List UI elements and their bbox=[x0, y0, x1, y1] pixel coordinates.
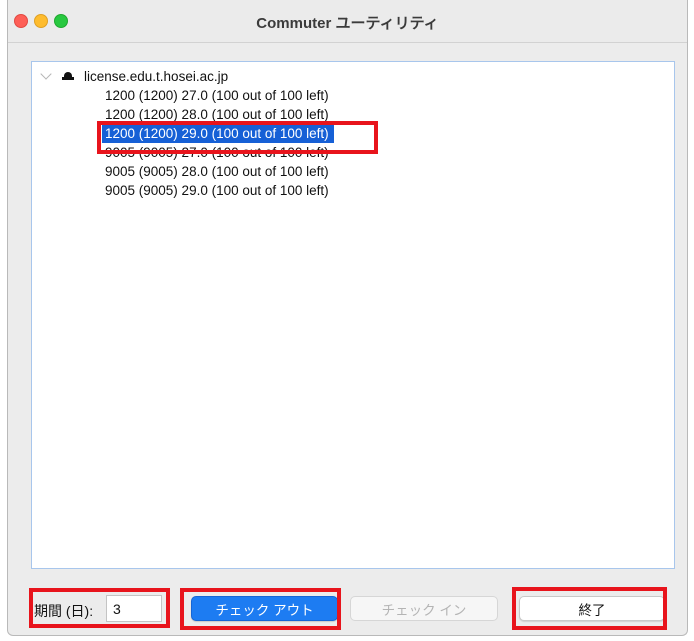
window-title: Commuter ユーティリティ bbox=[256, 15, 439, 32]
license-item-9005-27[interactable]: 9005 (9005) 27.0 (100 out of 100 left) bbox=[102, 143, 334, 162]
server-icon bbox=[62, 71, 74, 81]
license-item-1200-27[interactable]: 1200 (1200) 27.0 (100 out of 100 left) bbox=[102, 86, 334, 105]
commuter-window: Commuter ユーティリティ license.edu.t.hosei.ac.… bbox=[7, 0, 688, 636]
tree-root-label: license.edu.t.hosei.ac.jp bbox=[84, 68, 229, 84]
period-days-label: 期間 (日): bbox=[34, 603, 94, 619]
license-list: 1200 (1200) 27.0 (100 out of 100 left) 1… bbox=[102, 86, 334, 200]
exit-button[interactable]: 終了 bbox=[519, 596, 665, 621]
tree-root-node[interactable]: license.edu.t.hosei.ac.jp bbox=[38, 66, 228, 86]
title-bar: Commuter ユーティリティ bbox=[8, 0, 687, 43]
license-item-1200-28[interactable]: 1200 (1200) 28.0 (100 out of 100 left) bbox=[102, 105, 334, 124]
checkin-button[interactable]: チェック イン bbox=[350, 596, 498, 621]
license-tree[interactable]: license.edu.t.hosei.ac.jp 1200 (1200) 27… bbox=[31, 61, 675, 569]
period-days-input[interactable] bbox=[106, 595, 162, 622]
chevron-down-icon[interactable] bbox=[40, 68, 52, 80]
bottom-controls: 期間 (日): チェック アウト チェック イン 終了 bbox=[8, 582, 687, 635]
license-item-9005-29[interactable]: 9005 (9005) 29.0 (100 out of 100 left) bbox=[102, 181, 334, 200]
license-item-1200-29-selected[interactable]: 1200 (1200) 29.0 (100 out of 100 left) bbox=[102, 124, 334, 143]
license-item-9005-28[interactable]: 9005 (9005) 28.0 (100 out of 100 left) bbox=[102, 162, 334, 181]
checkout-button[interactable]: チェック アウト bbox=[191, 596, 338, 621]
